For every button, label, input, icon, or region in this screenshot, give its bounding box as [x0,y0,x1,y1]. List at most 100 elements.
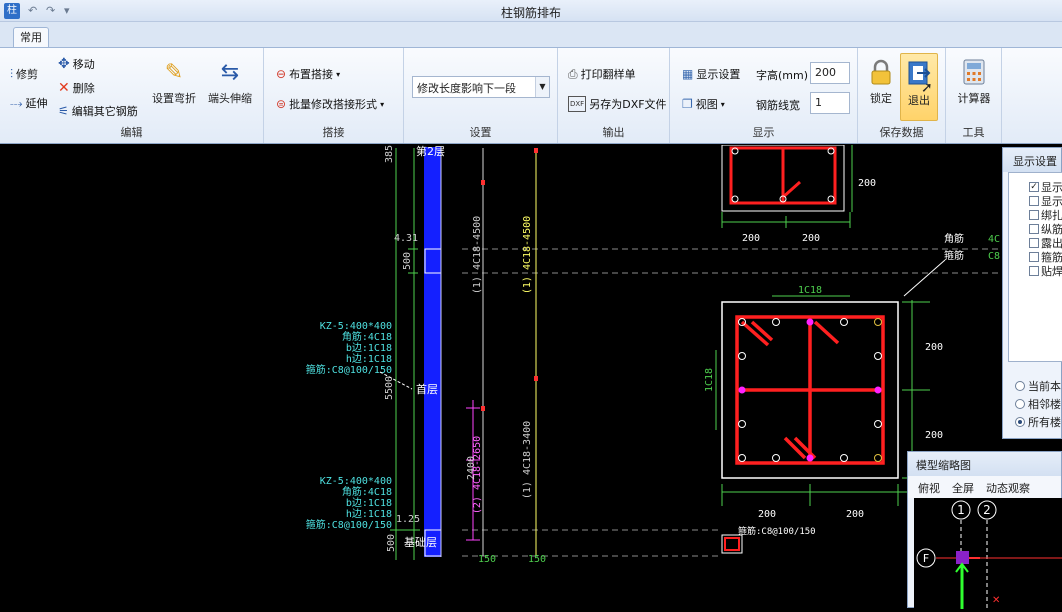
radio[interactable] [1015,381,1025,391]
group-label-edit: 编辑 [120,126,143,139]
svg-text:500: 500 [402,252,413,270]
view-button[interactable]: ❐ 视图 ▾ [682,96,725,112]
checkbox[interactable] [1029,196,1039,206]
chevron-down-icon[interactable]: ▼ [535,77,549,97]
svg-text:4.31: 4.31 [394,233,418,244]
title-bar: 柱 ↶ ↷ ▾ 柱钢筋排布 [0,0,1062,22]
dropdown-arrow-icon: ▾ [336,69,341,79]
line-width-label: 钢筋线宽 [756,99,800,112]
trim-icon: ⫶ [10,67,14,81]
left-dim-lines [390,148,420,560]
delete-button[interactable]: ✕ 删除 [58,80,95,96]
column-bar [424,147,441,557]
pencil-icon: ✎ [164,59,184,85]
group-label-output: 输出 [602,126,625,139]
group-output: ⎙ 打印翻样单 DXF 另存为DXF文件 输出 [558,48,670,143]
checkbox[interactable] [1029,224,1039,234]
svg-text:200: 200 [802,233,820,244]
svg-text:2400: 2400 [466,456,477,480]
svg-text:C8: C8 [988,251,1000,262]
radio-selected[interactable] [1015,417,1025,427]
group-edit: ⫶ 修剪 ✥ 移动 ⤏ 延伸 ✕ 删除 ⚟ 编辑其它钢筋 ✎ 设置弯折 ⇆ 端头伸缩 编辑 [0,48,264,143]
menu-top-view[interactable]: 俯视 [918,480,940,495]
column-info-1: KZ-5:400*400 角筋:4C18 b边:1C18 h边:1C18 箍筋:… [306,321,392,376]
section-top: 200 200 200 [721,145,876,244]
dropdown-arrow-icon: ▾ [380,99,385,109]
svg-text:2: 2 [983,503,991,517]
svg-text:箍筋:C8@100/150: 箍筋:C8@100/150 [738,525,816,537]
batch-lap-icon: ⊜ [276,97,287,111]
tab-home[interactable]: 常用 [13,27,49,48]
menu-orbit[interactable]: 动态观察 [986,480,1030,495]
trim-button[interactable]: ⫶ 修剪 [10,66,38,82]
scope-radio-current[interactable]: 当前本 [1015,378,1061,394]
svg-text:200: 200 [846,509,864,520]
display-settings-button[interactable]: ▦ 显示设置 [682,66,740,82]
svg-text:箍筋:C8@100/150: 箍筋:C8@100/150 [306,518,392,531]
print-sheet-button[interactable]: ⎙ 打印翻样单 [568,66,636,82]
cad-drawing: 385 500 5500 4.31 1.25 500 第2层 首层 基础层 KZ… [306,145,1000,565]
checkbox[interactable] [1029,252,1039,262]
svg-text:200: 200 [925,342,943,353]
menu-fullscreen[interactable]: 全屏 [952,480,974,495]
checkbox[interactable] [1029,266,1039,276]
svg-text:✕: ✕ [992,595,1000,606]
move-button[interactable]: ✥ 移动 [58,56,95,72]
cad-canvas[interactable]: 385 500 5500 4.31 1.25 500 第2层 首层 基础层 KZ… [0,145,1062,608]
svg-text:(1) 4C18-4500: (1) 4C18-4500 [472,216,483,294]
mouse-cursor-icon: ➚ [921,80,933,96]
printer-icon: ⎙ [568,67,578,81]
radio[interactable] [1015,399,1025,409]
extend-button[interactable]: ⤏ 延伸 [10,95,47,111]
stretch-icon: ⇆ [220,59,240,85]
group-label-settings: 设置 [469,126,492,139]
group-display: ▦ 显示设置 ❐ 视图 ▾ 字高(mm) 200 钢筋线宽 1 显示 [670,48,858,143]
group-label-display: 显示 [752,126,775,139]
edit-other-rebar-button[interactable]: ⚟ 编辑其它钢筋 [58,103,138,119]
checkbox-checked-icon[interactable]: ✓ [1029,182,1039,192]
lock-button[interactable]: 锁定 [864,58,898,106]
display-option[interactable]: 贴焊 [1029,263,1062,279]
group-tools: 计算器 工具 [946,48,1002,143]
model-thumbnail-panel: 模型缩略图 俯视 全屏 动态观察 1 2 F ✕ [907,451,1062,609]
rebar-labels: (1) 4C18-4500 (1) 4C18-4500 (1) 4C18-340… [466,216,533,514]
edit-rebar-icon: ⚟ [58,104,69,118]
lap-icon: ⊖ [276,67,287,81]
svg-text:4C: 4C [988,234,1000,245]
svg-text:箍筋:C8@100/150: 箍筋:C8@100/150 [306,363,392,376]
length-mode-select[interactable]: 修改长度影响下一段 ▼ [412,76,550,98]
svg-text:500: 500 [386,534,397,552]
calculator-button[interactable]: 计算器 [954,58,994,106]
svg-text:1C18: 1C18 [704,368,715,392]
set-bend-button[interactable]: ✎ 设置弯折 [150,58,198,106]
display-settings-panel: 显示设置 ✓ 显示 显示 绑扎 纵筋 露出 箍筋 贴焊 当前本 相邻楼 所有楼 [1002,147,1062,439]
scope-radio-adjacent[interactable]: 相邻楼 [1015,396,1061,412]
end-stretch-button[interactable]: ⇆ 端头伸缩 [206,58,254,106]
thumbnail-viewport[interactable]: 1 2 F ✕ [914,498,1062,609]
batch-lap-button[interactable]: ⊜ 批量修改搭接形式 ▾ [276,96,384,112]
save-dxf-button[interactable]: DXF 另存为DXF文件 [568,96,667,112]
font-height-label: 字高(mm) [756,69,809,82]
font-height-input[interactable]: 200 [810,62,850,84]
svg-text:200: 200 [858,178,876,189]
svg-text:1: 1 [957,503,965,517]
svg-text:箍筋: 箍筋 [944,249,964,262]
dxf-icon: DXF [568,96,587,112]
checkbox[interactable] [1029,238,1039,248]
svg-text:(1) 4C18-3400: (1) 4C18-3400 [522,421,533,499]
thumbnail-menu: 俯视 全屏 动态观察 [908,476,1061,498]
svg-text:角筋:4C18: 角筋:4C18 [342,330,392,343]
svg-text:h边:1C18: h边:1C18 [346,508,392,520]
scope-radio-all[interactable]: 所有楼 [1015,414,1061,430]
svg-text:基础层: 基础层 [404,536,437,549]
display-settings-icon: ▦ [682,67,694,81]
svg-text:KZ-5:400*400: KZ-5:400*400 [320,321,392,332]
group-lap: ⊖ 布置搭接 ▾ ⊜ 批量修改搭接形式 ▾ 搭接 [264,48,404,143]
exit-button[interactable]: 退出 ➚ [900,53,938,121]
display-settings-title: 显示设置 [1003,148,1061,172]
place-lap-button[interactable]: ⊖ 布置搭接 ▾ [276,66,340,82]
svg-text:1.25: 1.25 [396,514,420,525]
line-width-input[interactable]: 1 [810,92,850,114]
checkbox[interactable] [1029,210,1039,220]
ribbon: ⫶ 修剪 ✥ 移动 ⤏ 延伸 ✕ 删除 ⚟ 编辑其它钢筋 ✎ 设置弯折 ⇆ 端头伸缩 编辑 ⊖… [0,47,1062,144]
